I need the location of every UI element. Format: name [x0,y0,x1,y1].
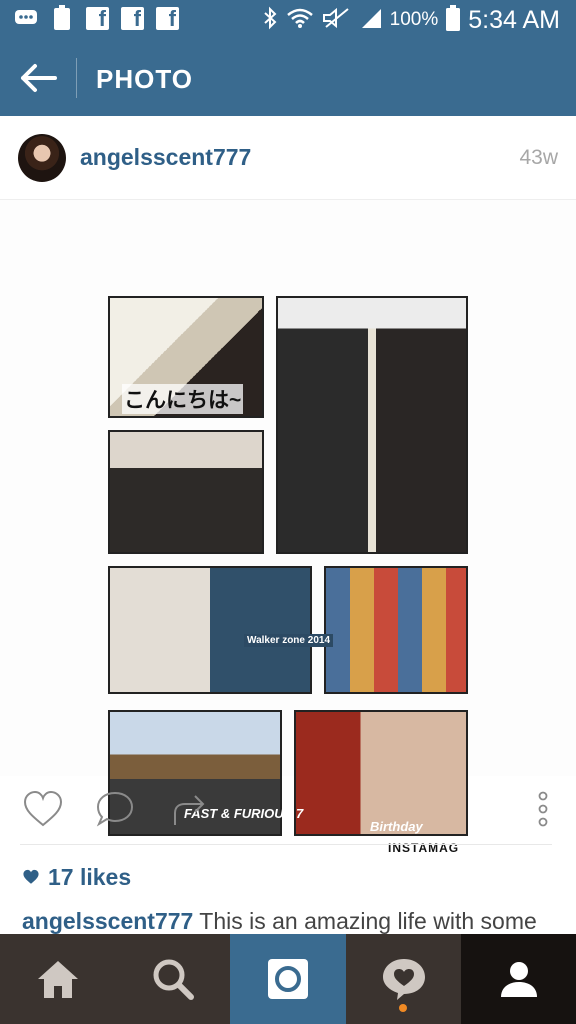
nav-home[interactable] [0,934,115,1024]
post-actions [0,776,576,846]
collage-photo [276,296,468,554]
collage-photo [324,566,468,694]
more-vertical-icon [538,791,548,827]
nav-profile[interactable] [461,934,576,1024]
comment-button[interactable] [92,786,138,832]
caption-username[interactable]: angelsscent777 [22,908,193,934]
clock: 5:34 AM [468,5,560,34]
status-bar: f f f 100% 5:34 AM [0,0,576,40]
system-status: 100% 5:34 AM [262,4,560,36]
collage-photo [108,566,312,694]
message-icon [14,6,38,30]
post-timestamp: 43w [519,146,558,169]
notification-icons: f f f [14,5,179,30]
mute-icon [322,7,352,34]
caption-text: This is an amazing life with some [193,908,537,934]
back-button[interactable] [14,58,62,98]
facebook-icon: f [86,6,109,30]
photo-caption-japanese: こんにちは~ [122,384,244,414]
nav-camera[interactable] [230,934,346,1024]
post-header: angelsscent777 43w [0,116,576,200]
home-icon [37,961,78,998]
bluetooth-icon [262,6,278,35]
facebook-icon: f [121,6,144,30]
likes-count[interactable]: 17 likes [22,862,131,892]
post-caption: angelsscent777 This is an amazing life w… [22,908,562,934]
share-icon [174,795,205,825]
bottom-navigation [0,934,576,1024]
divider [20,844,552,845]
wifi-icon [286,7,314,34]
page-title: PHOTO [96,64,193,94]
post-content: angelsscent777 43w こんにちは~ Walker zone 20… [0,116,576,934]
profile-icon [500,962,537,997]
comment-icon [96,791,134,827]
like-button[interactable] [20,786,66,832]
app-bar-divider [76,58,77,98]
heart-filled-icon [23,869,39,884]
avatar[interactable] [18,134,66,182]
battery-percent: 100% [389,9,439,30]
photo-caption-walker: Walker zone 2014 [244,634,334,647]
battery-icon [446,4,461,36]
activity-icon [382,959,425,1000]
collage-photo [108,430,264,554]
search-icon [153,959,194,1000]
share-button[interactable] [166,786,212,832]
facebook-icon: f [156,6,179,30]
signal-icon [360,7,382,34]
likes-label: 17 likes [48,863,132,890]
battery-100-icon [50,5,74,30]
post-username[interactable]: angelsscent777 [80,144,251,171]
nav-search[interactable] [115,934,230,1024]
back-arrow-icon [21,64,57,92]
camera-icon [268,959,308,999]
post-photo[interactable]: こんにちは~ Walker zone 2014 FAST & FURIOUS 7… [0,200,576,855]
heart-icon [23,790,63,827]
notification-dot [399,1004,407,1012]
more-options-button[interactable] [520,786,566,832]
app-bar: PHOTO [0,40,576,116]
